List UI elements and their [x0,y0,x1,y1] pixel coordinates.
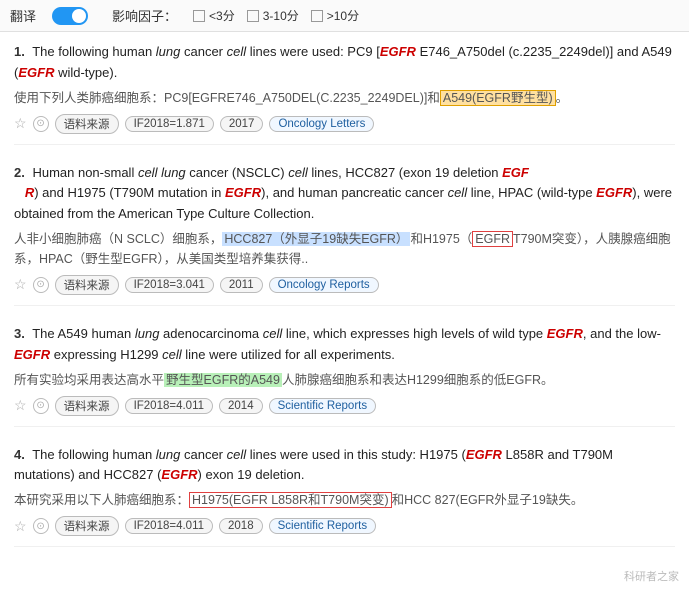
if-option-high[interactable]: >10分 [311,7,359,24]
egfr-2b: EGFR [225,185,261,200]
if-label: 影响因子： [112,6,177,25]
year-tag-2: 2011 [220,277,263,293]
result-1-zh: 使用下列人类肺癌细胞系：PC9[EGFRE746_A750DEL(C.2235_… [14,88,675,108]
result-item-1: 1. The following human lung cancer cell … [14,42,675,145]
egfr-1a: EGFR [380,44,416,59]
result-2-num: 2. [14,165,25,180]
checkbox-low[interactable] [193,10,205,22]
journal-tag-2: Oncology Reports [269,277,379,293]
source-tag-3[interactable]: 语料来源 [55,396,119,416]
circle-icon-2[interactable]: ⊙ [33,277,49,293]
egfr-3a: EGFR [547,326,583,341]
result-3-zh: 所有实验均采用表达高水平野生型EGFR的A549人肺腺癌细胞系和表达H1299细… [14,370,675,390]
result-4-num: 4. [14,447,25,462]
if-option-high-label: >10分 [327,7,359,24]
if-tag-3: IF2018=4.011 [125,398,213,414]
if-option-low-label: <3分 [209,7,235,24]
result-1-meta: ☆ ⊙ 语料来源 IF2018=1.871 2017 Oncology Lett… [14,114,675,134]
result-1-num: 1. [14,44,25,59]
result-item-2: 2. Human non-small cell lung cancer (NSC… [14,163,675,306]
lung-4: lung [156,447,181,462]
star-icon-2[interactable]: ☆ [14,276,27,293]
result-2-en: 2. Human non-small cell lung cancer (NSC… [14,163,675,225]
if-tag-4: IF2018=4.011 [125,518,213,534]
year-tag-3: 2014 [219,398,263,414]
egfr-3b: EGFR [14,347,50,362]
watermark: 科研者之家 [624,568,679,584]
year-tag-4: 2018 [219,518,263,534]
result-4-en: 4. The following human lung cancer cell … [14,445,675,487]
circle-icon-4[interactable]: ⊙ [33,518,49,534]
star-icon-1[interactable]: ☆ [14,115,27,132]
cell-1: cell [227,44,247,59]
star-icon-3[interactable]: ☆ [14,397,27,414]
result-4-meta: ☆ ⊙ 语料来源 IF2018=4.011 2018 Scientific Re… [14,516,675,536]
results-list: 1. The following human lung cancer cell … [0,32,689,575]
cell-3b: cell [162,347,182,362]
egfr-4b: EGFR [161,467,197,482]
cell-2: cell [288,165,308,180]
journal-tag-3: Scientific Reports [269,398,376,414]
if-option-mid[interactable]: 3-10分 [247,7,299,24]
journal-tag-4: Scientific Reports [269,518,376,534]
source-tag-1[interactable]: 语料来源 [55,114,119,134]
result-item-4: 4. The following human lung cancer cell … [14,445,675,548]
if-tag-2: IF2018=3.041 [125,277,214,293]
star-icon-4[interactable]: ☆ [14,518,27,535]
if-option-mid-label: 3-10分 [263,7,299,24]
source-tag-4[interactable]: 语料来源 [55,516,119,536]
zh-highlight-3: 野生型EGFR的A549 [164,373,282,387]
zh-highlight-4: H1975(EGFR L858R和T790M突变) [189,492,392,508]
result-2-meta: ☆ ⊙ 语料来源 IF2018=3.041 2011 Oncology Repo… [14,275,675,295]
egfr-4a: EGFR [466,447,502,462]
cell-lung-2: cell lung [138,165,186,180]
zh-highlight-2b: EGFR [472,231,513,247]
source-tag-2[interactable]: 语料来源 [55,275,119,295]
result-2-zh: 人非小细胞肺癌（N SCLC）细胞系，HCC827（外显子19缺失EGFR）和H… [14,229,675,269]
lung-1: lung [156,44,181,59]
result-3-en: 3. The A549 human lung adenocarcinoma ce… [14,324,675,366]
if-options: <3分 3-10分 >10分 [193,7,359,24]
translate-label: 翻译 [10,6,36,25]
checkbox-high[interactable] [311,10,323,22]
cell-2b: cell [448,185,468,200]
result-3-meta: ☆ ⊙ 语料来源 IF2018=4.011 2014 Scientific Re… [14,396,675,416]
journal-tag-1: Oncology Letters [269,116,374,132]
lung-3: lung [135,326,160,341]
year-tag-1: 2017 [220,116,264,132]
circle-icon-1[interactable]: ⊙ [33,116,49,132]
result-4-zh: 本研究采用以下人肺癌细胞系：H1975(EGFR L858R和T790M突变)和… [14,490,675,510]
cell-4: cell [227,447,247,462]
cell-3: cell [263,326,283,341]
result-3-num: 3. [14,326,25,341]
result-1-en: 1. The following human lung cancer cell … [14,42,675,84]
circle-icon-3[interactable]: ⊙ [33,398,49,414]
egfr-2c: EGFR [596,185,632,200]
top-bar: 翻译 影响因子： <3分 3-10分 >10分 [0,0,689,32]
if-option-low[interactable]: <3分 [193,7,235,24]
translate-toggle[interactable] [52,7,88,25]
checkbox-mid[interactable] [247,10,259,22]
egfr-1b: EGFR [18,65,54,80]
if-tag-1: IF2018=1.871 [125,116,214,132]
toggle-knob [72,9,86,23]
zh-highlight-2a: HCC827（外显子19缺失EGFR） [222,232,410,246]
zh-highlight-1: A549(EGFR野生型) [440,90,556,106]
result-item-3: 3. The A549 human lung adenocarcinoma ce… [14,324,675,427]
